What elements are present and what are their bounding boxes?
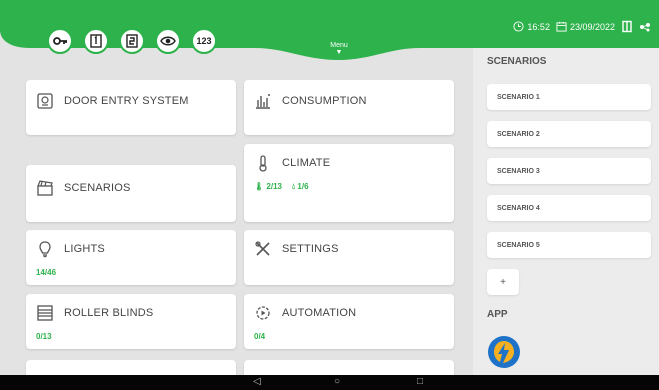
lights-card[interactable]: LIGHTS 14/46 [26,230,236,285]
home-icon[interactable]: ○ [334,376,340,388]
automation-card[interactable]: AUTOMATION 0/4 [244,294,454,349]
page-1-icon[interactable] [83,28,109,54]
consumption-label: CONSUMPTION [282,95,367,107]
automation-stat: 0/4 [254,332,266,341]
settings-card[interactable]: SETTINGS [244,230,454,285]
bar-chart-icon [254,92,272,110]
menu-label: Menu [330,42,348,49]
scenario-item-5[interactable]: SCENARIO 5 [487,232,651,258]
door-entry-label: DOOR ENTRY SYSTEM [64,95,189,107]
lights-stat: 14/46 [36,268,57,277]
chevron-down-icon: ▼ [335,49,343,56]
app-title: APP [487,309,508,320]
scenario-item-2[interactable]: SCENARIO 2 [487,121,651,147]
roller-blinds-label: ROLLER BLINDS [64,307,154,319]
time-text: 16:52 [527,21,550,32]
top-bar: 123 Menu ▼ 16:52 23/09/2022 [0,0,659,60]
partial-card-left[interactable] [26,360,236,375]
calendar-icon [556,21,567,32]
consumption-card[interactable]: CONSUMPTION [244,80,454,135]
scenario-item-3[interactable]: SCENARIO 3 [487,158,651,184]
page-2-icon[interactable] [119,28,145,54]
climate-label: CLIMATE [282,157,331,169]
automation-label: AUTOMATION [282,307,357,319]
roller-blinds-card[interactable]: ROLLER BLINDS 0/13 [26,294,236,349]
clapperboard-icon [36,179,54,197]
scenarios-title: SCENARIOS [487,56,547,67]
scenario-item-1[interactable]: SCENARIO 1 [487,84,651,110]
app-logo-icon[interactable] [487,335,521,369]
network-icon[interactable] [639,21,651,33]
automation-gear-icon [254,304,272,322]
scenario-item-4[interactable]: SCENARIO 4 [487,195,651,221]
intercom-icon [36,92,54,110]
date-display: 23/09/2022 [556,21,615,32]
roller-blinds-stat: 0/13 [36,332,52,341]
system-nav-bar: ◁ ○ □ [0,375,659,390]
key-icon[interactable] [47,28,73,54]
scenarios-card[interactable]: SCENARIOS [26,165,236,222]
time-display: 16:52 [513,21,550,32]
blinds-icon [36,304,54,322]
back-icon[interactable]: ◁ [253,376,261,388]
recent-apps-icon[interactable]: □ [417,376,423,388]
climate-temp-stat: 🌡︎ 2/13 [254,182,282,191]
climate-humidity-stat: 💧︎ 1/6 [291,182,309,191]
status-bar: 16:52 23/09/2022 [513,20,651,33]
date-text: 23/09/2022 [569,21,615,32]
bulb-icon [36,240,54,258]
door-icon[interactable] [621,20,633,33]
clock-icon [513,21,524,32]
lights-label: LIGHTS [64,243,105,255]
main-panel: DOOR ENTRY SYSTEM CONSUMPTION CLIMATE 🌡︎… [0,70,470,375]
scenarios-label: SCENARIOS [64,182,131,194]
quick-access-bar: 123 [47,28,217,54]
menu-toggle[interactable]: Menu ▼ [322,42,356,57]
door-entry-card[interactable]: DOOR ENTRY SYSTEM [26,80,236,135]
settings-label: SETTINGS [282,243,339,255]
tools-icon [254,240,272,258]
thermometer-icon [254,154,272,172]
climate-card[interactable]: CLIMATE 🌡︎ 2/13 💧︎ 1/6 [244,144,454,222]
keypad-icon[interactable]: 123 [191,28,217,54]
partial-card-right[interactable] [244,360,454,375]
eye-icon[interactable] [155,28,181,54]
right-sidebar: SCENARIOS SCENARIO 1 SCENARIO 2 SCENARIO… [473,48,659,375]
add-scenario-button[interactable]: + [487,269,519,295]
